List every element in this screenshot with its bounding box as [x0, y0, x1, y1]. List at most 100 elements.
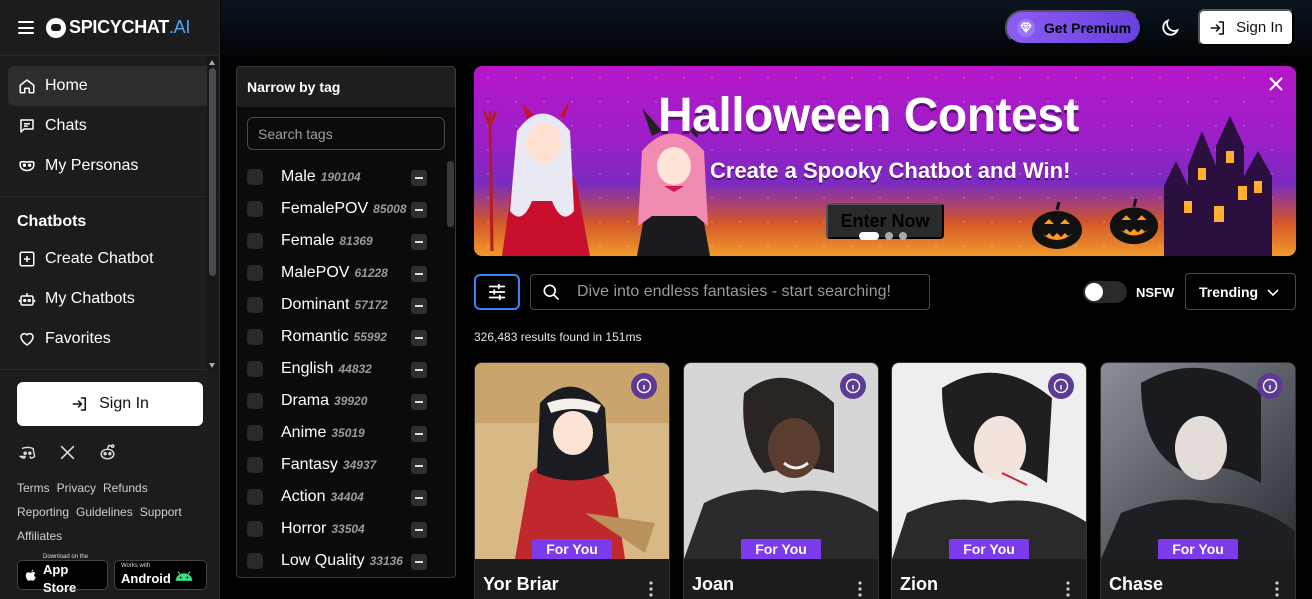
- tag-name[interactable]: Action: [281, 488, 325, 506]
- moon-icon[interactable]: [1159, 17, 1181, 39]
- exclude-tag-button[interactable]: [411, 554, 427, 570]
- tag-checkbox[interactable]: [247, 521, 263, 537]
- info-icon[interactable]: [1048, 373, 1074, 399]
- footer-link-guidelines[interactable]: Guidelines: [76, 500, 133, 524]
- more-options-icon[interactable]: [1066, 581, 1070, 597]
- more-options-icon[interactable]: [649, 581, 653, 597]
- tag-checkbox[interactable]: [247, 393, 263, 409]
- exclude-tag-button[interactable]: [411, 234, 427, 250]
- carousel-dot-active[interactable]: [859, 232, 879, 240]
- character-card[interactable]: For You Chase: [1100, 362, 1296, 599]
- android-badge[interactable]: Works with Android: [114, 560, 207, 590]
- tag-checkbox[interactable]: [247, 553, 263, 569]
- tag-name[interactable]: Male: [281, 168, 316, 186]
- nav-item-favorites[interactable]: Favorites: [8, 319, 211, 359]
- info-icon[interactable]: [1257, 373, 1283, 399]
- tag-name[interactable]: Drama: [281, 392, 329, 410]
- android-small: Works with: [121, 562, 151, 569]
- exclude-tag-button[interactable]: [411, 298, 427, 314]
- carousel-dot[interactable]: [899, 232, 907, 240]
- footer-link-reporting[interactable]: Reporting: [17, 500, 69, 524]
- info-icon[interactable]: [631, 373, 657, 399]
- tag-checkbox[interactable]: [247, 361, 263, 377]
- tag-checkbox[interactable]: [247, 457, 263, 473]
- exclude-tag-button[interactable]: [411, 170, 427, 186]
- scroll-thumb[interactable]: [209, 68, 216, 276]
- tag-row: Male 190104: [237, 161, 447, 193]
- carousel-dot[interactable]: [885, 232, 893, 240]
- tag-name[interactable]: FemalePOV: [281, 200, 368, 218]
- sidebar-sign-in-button[interactable]: Sign In: [17, 382, 203, 426]
- close-icon[interactable]: [1268, 76, 1284, 92]
- info-icon[interactable]: [840, 373, 866, 399]
- tag-search-input[interactable]: [247, 117, 445, 150]
- exclude-tag-button[interactable]: [411, 426, 427, 442]
- search-input[interactable]: [577, 283, 917, 301]
- tag-checkbox[interactable]: [247, 489, 263, 505]
- exclude-tag-button[interactable]: [411, 522, 427, 538]
- nav-item-chats[interactable]: Chats: [8, 106, 211, 146]
- tag-checkbox[interactable]: [247, 425, 263, 441]
- discord-icon[interactable]: [17, 442, 37, 462]
- scroll-down-icon[interactable]: [209, 363, 215, 368]
- nav-item-create-chatbot[interactable]: Create Chatbot: [8, 239, 211, 279]
- sidebar-scrollbar[interactable]: [207, 56, 218, 372]
- exclude-tag-button[interactable]: [411, 490, 427, 506]
- reddit-icon[interactable]: [97, 442, 117, 462]
- sign-in-label: Sign In: [1236, 19, 1283, 36]
- tag-name[interactable]: Female: [281, 232, 334, 250]
- exclude-tag-button[interactable]: [411, 266, 427, 282]
- character-card[interactable]: For You Yor Briar: [474, 362, 670, 599]
- tag-name[interactable]: Anime: [281, 424, 326, 442]
- tag-name[interactable]: English: [281, 360, 333, 378]
- nsfw-toggle[interactable]: [1083, 281, 1127, 303]
- exclude-tag-button[interactable]: [411, 202, 427, 218]
- filter-toggle-button[interactable]: [474, 274, 520, 310]
- tag-name[interactable]: Romantic: [281, 328, 349, 346]
- get-premium-button[interactable]: Get Premium: [1005, 10, 1142, 45]
- logo-bubble-icon: [46, 17, 66, 38]
- more-options-icon[interactable]: [858, 581, 862, 597]
- halloween-contest-banner[interactable]: Halloween Contest Create a Spooky Chatbo…: [474, 66, 1296, 256]
- character-card[interactable]: For You Zion: [891, 362, 1087, 599]
- apple-icon: [25, 569, 36, 581]
- footer-link-refunds[interactable]: Refunds: [103, 476, 148, 500]
- nav-item-my-chatbots[interactable]: My Chatbots: [8, 279, 211, 319]
- nav-item-my-personas[interactable]: My Personas: [8, 146, 211, 186]
- chevron-down-icon: [1267, 289, 1279, 297]
- tag-row: Low Quality 33136: [237, 545, 447, 577]
- x-icon[interactable]: [57, 442, 77, 462]
- more-options-icon[interactable]: [1275, 581, 1279, 597]
- hamburger-menu-icon[interactable]: [18, 21, 34, 34]
- header-sign-in-button[interactable]: Sign In: [1198, 9, 1294, 46]
- footer-link-terms[interactable]: Terms: [17, 476, 50, 500]
- tag-checkbox[interactable]: [247, 233, 263, 249]
- exclude-tag-button[interactable]: [411, 362, 427, 378]
- character-search: [530, 274, 930, 310]
- character-card[interactable]: For You Joan: [683, 362, 879, 599]
- tag-checkbox[interactable]: [247, 265, 263, 281]
- sort-select[interactable]: Trending: [1185, 273, 1296, 310]
- tag-checkbox[interactable]: [247, 169, 263, 185]
- footer-link-privacy[interactable]: Privacy: [57, 476, 96, 500]
- tag-row: MalePOV 61228: [237, 257, 447, 289]
- footer-link-affiliates[interactable]: Affiliates: [17, 524, 62, 548]
- footer-link-support[interactable]: Support: [140, 500, 182, 524]
- exclude-tag-button[interactable]: [411, 330, 427, 346]
- tag-checkbox[interactable]: [247, 329, 263, 345]
- tag-name[interactable]: Horror: [281, 520, 326, 538]
- app-store-badge[interactable]: Download on the App Store: [17, 554, 108, 594]
- tag-name[interactable]: MalePOV: [281, 264, 349, 282]
- scroll-up-icon[interactable]: [209, 60, 215, 65]
- devil-girl-illustration: [482, 101, 590, 256]
- nav-item-home[interactable]: Home: [8, 66, 211, 106]
- tag-list-scrollbar[interactable]: [447, 161, 454, 227]
- exclude-tag-button[interactable]: [411, 394, 427, 410]
- tag-name[interactable]: Low Quality: [281, 552, 365, 570]
- tag-checkbox[interactable]: [247, 201, 263, 217]
- tag-checkbox[interactable]: [247, 297, 263, 313]
- tag-name[interactable]: Dominant: [281, 296, 349, 314]
- logo[interactable]: SPICYCHAT .AI: [46, 17, 190, 38]
- tag-name[interactable]: Fantasy: [281, 456, 338, 474]
- exclude-tag-button[interactable]: [411, 458, 427, 474]
